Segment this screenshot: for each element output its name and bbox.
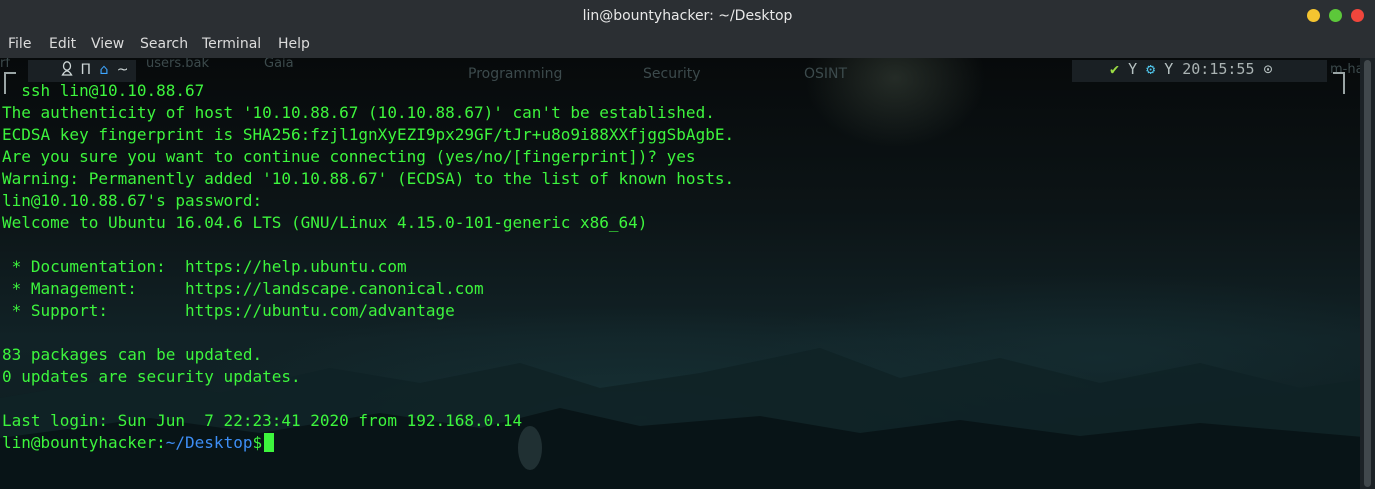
minimize-button[interactable] bbox=[1307, 9, 1320, 22]
gear-icon: ⚙ bbox=[1146, 60, 1156, 78]
close-button[interactable] bbox=[1351, 9, 1364, 22]
clock-icon: ⊙ bbox=[1263, 60, 1273, 78]
linux-penguin-icon bbox=[60, 61, 74, 76]
text-cursor[interactable] bbox=[264, 433, 275, 452]
terminal-prompt-line[interactable]: lin@bountyhacker:~/Desktop$ bbox=[2, 432, 734, 454]
terminal-line: ssh lin@10.10.88.67 bbox=[2, 81, 205, 100]
terminal-line: Warning: Permanently added '10.10.88.67'… bbox=[2, 169, 735, 188]
terminal-line: * Support: https://ubuntu.com/advantage bbox=[2, 301, 455, 320]
desktop-label-osint: OSINT bbox=[804, 66, 848, 82]
terminal-line: Last login: Sun Jun 7 22:23:41 2020 from… bbox=[2, 411, 523, 430]
terminal-line: The authenticity of host '10.10.88.67 (1… bbox=[2, 103, 715, 122]
prompt-path: ~/Desktop bbox=[165, 433, 253, 452]
clock-time: 20:15:55 bbox=[1182, 60, 1255, 78]
panel-bracket-right bbox=[1333, 72, 1345, 94]
desktop-label-gaia: Gaia bbox=[264, 58, 294, 71]
menu-file[interactable]: File bbox=[8, 36, 31, 52]
status-indicators: ✔ Y ⚙ Y 20:15:55 ⊙ bbox=[1110, 60, 1273, 78]
menu-search[interactable]: Search bbox=[140, 36, 188, 52]
prompt-separator: : bbox=[156, 433, 166, 452]
terminal-view[interactable]: rf users.bak Gaia Programming Security O… bbox=[0, 58, 1375, 489]
menu-bar: File Edit View Search Terminal Help bbox=[0, 34, 1375, 58]
workspace-glyph: Π bbox=[80, 62, 93, 78]
scrollbar-thumb[interactable] bbox=[1364, 60, 1371, 487]
window-titlebar[interactable]: lin@bountyhacker: ~/Desktop bbox=[0, 0, 1375, 35]
terminal-output: ssh lin@10.10.88.67 The authenticity of h… bbox=[2, 80, 734, 454]
prompt-user-host: lin@bountyhacker bbox=[2, 433, 157, 452]
terminal-line: lin@10.10.88.67's password: bbox=[2, 191, 263, 210]
terminal-line: 83 packages can be updated. bbox=[2, 345, 263, 364]
terminal-line: * Documentation: https://help.ubuntu.com bbox=[2, 257, 407, 276]
window-title: lin@bountyhacker: ~/Desktop bbox=[582, 8, 793, 24]
maximize-button[interactable] bbox=[1329, 9, 1342, 22]
prompt-symbol: $ bbox=[252, 433, 263, 452]
terminal-line: * Management: https://landscape.canonica… bbox=[2, 279, 484, 298]
terminal-line: 0 updates are security updates. bbox=[2, 367, 301, 386]
desktop-label-users-bak: users.bak bbox=[146, 58, 210, 71]
home-icon: ⌂ bbox=[99, 62, 111, 78]
desktop-label-rf: rf bbox=[0, 58, 10, 71]
terminal-scrollbar[interactable] bbox=[1360, 58, 1375, 489]
workspace-indicators: Π ⌂ ~ bbox=[60, 61, 131, 78]
terminal-line: Are you sure you want to continue connec… bbox=[2, 147, 696, 166]
branch-icon-2: Y bbox=[1164, 60, 1174, 78]
terminal-line: ECDSA key fingerprint is SHA256:fzjl1gnX… bbox=[2, 125, 735, 144]
menu-terminal[interactable]: Terminal bbox=[202, 36, 261, 52]
menu-edit[interactable]: Edit bbox=[49, 36, 76, 52]
menu-help[interactable]: Help bbox=[278, 36, 310, 52]
menu-view[interactable]: View bbox=[91, 36, 124, 52]
branch-icon: Y bbox=[1128, 60, 1138, 78]
tilde-glyph: ~ bbox=[116, 62, 131, 78]
terminal-line: Welcome to Ubuntu 16.04.6 LTS (GNU/Linux… bbox=[2, 213, 648, 232]
check-icon: ✔ bbox=[1110, 60, 1120, 78]
